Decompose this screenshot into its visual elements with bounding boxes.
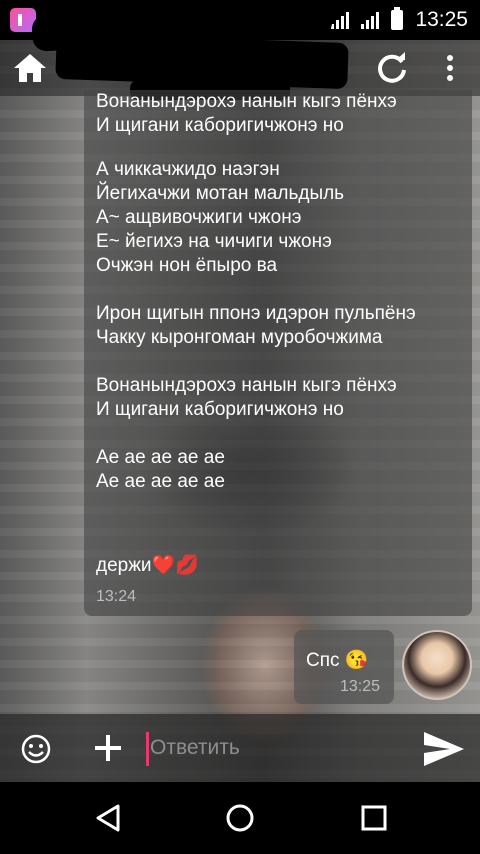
- message-line: И щигани каборигичжонэ но: [96, 399, 344, 420]
- message-paragraph: держи❤️💋: [96, 554, 199, 578]
- message-bubble-incoming[interactable]: Вонанындэрохэ нанын кыгэ пёнхэ И щигани …: [84, 90, 472, 616]
- more-vertical-icon[interactable]: [438, 50, 462, 86]
- message-line: Ирон щигын ппонэ идэрон пульпёнэ: [96, 303, 416, 324]
- message-line: А~ ащвивочжиги чжонэ: [96, 207, 302, 228]
- send-icon[interactable]: [422, 730, 466, 768]
- message-composer: [0, 714, 480, 782]
- message-line: Чакку кыронгоман муробочжима: [96, 327, 383, 348]
- message-paragraph: Ае ае ае ае ае Ае ае ае ае ае: [96, 446, 225, 494]
- message-timestamp: 13:25: [340, 678, 381, 695]
- message-line: Е~ йегихэ на чичиги чжонэ: [96, 231, 332, 252]
- message-text: Спс 😘: [306, 650, 369, 671]
- message-line: Очжэн нон ёпыро ва: [96, 255, 278, 276]
- message-line: Ае ае ае ае ае: [96, 447, 225, 468]
- message-paragraph: А чиккачжидо наэгэн Йегихачжи мотан маль…: [96, 158, 344, 278]
- battery-icon: [391, 7, 404, 30]
- avatar[interactable]: [402, 630, 472, 700]
- message-paragraph: Ирон щигын ппонэ идэрон пульпёнэ Чакку к…: [96, 302, 416, 350]
- message-line: И щигани каборигичжонэ но: [96, 115, 344, 136]
- message-line: держи❤️💋: [96, 555, 199, 576]
- cell-signal-icon: [331, 11, 350, 29]
- message-line: Вонанындэрохэ нанын кыгэ пёнхэ: [96, 91, 397, 112]
- reply-input[interactable]: [146, 728, 396, 768]
- home-icon[interactable]: [10, 50, 50, 86]
- message-line: Вонанындэрохэ нанын кыгэ пёнхэ: [96, 375, 397, 396]
- message-line: Йегихачжи мотан мальдыль: [96, 183, 345, 204]
- emoji-icon[interactable]: [20, 733, 52, 765]
- back-icon[interactable]: [92, 802, 124, 834]
- message-paragraph: Вонанындэрохэ нанын кыгэ пёнхэ И щигани …: [96, 90, 397, 138]
- message-bubble-outgoing[interactable]: Спс 😘 13:25: [294, 630, 394, 704]
- message-paragraph: Вонанындэрохэ нанын кыгэ пёнхэ И щигани …: [96, 374, 397, 422]
- message-line: А чиккачжидо наэгэн: [96, 159, 280, 180]
- message-timestamp: 13:24: [96, 588, 137, 605]
- system-nav-bar: [0, 782, 480, 854]
- recent-apps-icon[interactable]: [358, 802, 390, 834]
- cell-signal-2-icon: [361, 11, 380, 29]
- refresh-icon[interactable]: [374, 50, 410, 86]
- message-line: Ае ае ае ае ае: [96, 471, 225, 492]
- status-time: 13:25: [415, 8, 468, 31]
- home-circle-icon[interactable]: [224, 802, 256, 834]
- plus-icon[interactable]: [92, 732, 124, 764]
